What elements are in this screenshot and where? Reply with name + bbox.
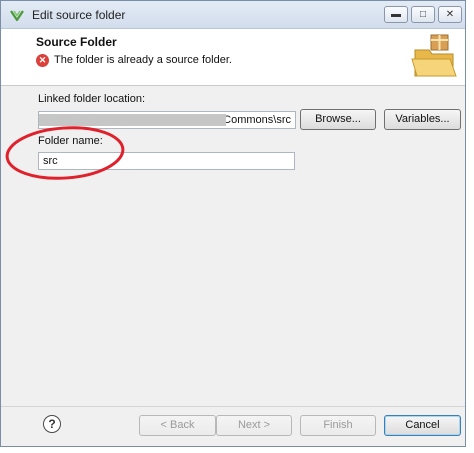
variables-button[interactable]: Variables... <box>384 109 461 130</box>
button-bar-divider <box>1 406 465 407</box>
finish-button[interactable]: Finish <box>300 415 376 436</box>
linked-folder-value: Commons\src <box>223 114 291 126</box>
wizard-header: Source Folder ✕ The folder is already a … <box>1 29 465 86</box>
folder-package-icon <box>411 34 457 77</box>
edit-source-folder-dialog: Edit source folder ▬ □ ✕ Source Folder ✕… <box>0 0 466 447</box>
eclipse-icon <box>10 10 24 22</box>
minimize-button[interactable]: ▬ <box>384 6 408 23</box>
maximize-icon: □ <box>419 9 427 20</box>
title-bar[interactable]: Edit source folder ▬ □ ✕ <box>1 1 465 29</box>
header-title: Source Folder <box>36 35 117 49</box>
linked-folder-input[interactable]: Commons\src <box>38 111 296 129</box>
linked-folder-label: Linked folder location: <box>38 93 146 105</box>
close-button[interactable]: ✕ <box>438 6 462 23</box>
folder-name-input[interactable]: src <box>38 152 295 170</box>
cancel-button[interactable]: Cancel <box>384 415 461 436</box>
maximize-button[interactable]: □ <box>411 6 435 23</box>
back-button[interactable]: < Back <box>139 415 216 436</box>
browse-button[interactable]: Browse... <box>300 109 376 130</box>
help-button[interactable]: ? <box>43 415 61 433</box>
error-icon: ✕ <box>36 54 49 67</box>
close-icon: ✕ <box>445 9 455 20</box>
redacted-path <box>39 114 226 126</box>
minimize-icon: ▬ <box>391 9 401 20</box>
next-button[interactable]: Next > <box>216 415 292 436</box>
error-message: The folder is already a source folder. <box>54 54 232 66</box>
window-title: Edit source folder <box>32 8 126 22</box>
folder-name-label: Folder name: <box>38 135 103 147</box>
